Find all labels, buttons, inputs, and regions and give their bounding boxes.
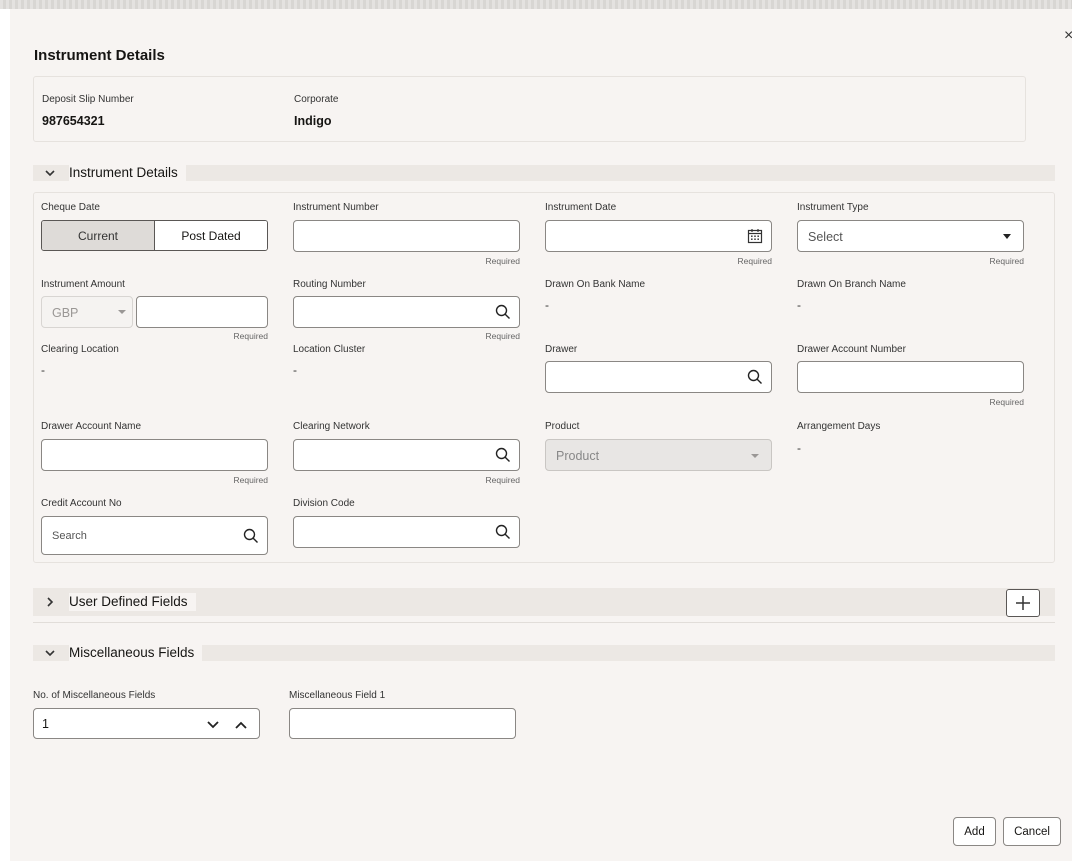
clearing-network-label: Clearing Network [293,421,370,432]
misc-count-value: 1 [42,717,49,731]
add-udf-button[interactable] [1006,589,1040,617]
required-hint: Required [233,475,269,485]
required-hint: Required [989,256,1025,266]
credit-account-label: Credit Account No [41,498,122,509]
currency-value: GBP [52,306,79,320]
required-hint: Required [233,331,269,341]
caret-down-icon [118,310,126,314]
deposit-slip-value: 987654321 [42,114,105,128]
plus-icon [1016,596,1030,610]
calendar-icon[interactable] [747,228,763,249]
search-icon[interactable] [747,369,763,385]
credit-account-input[interactable]: Search [41,516,268,555]
division-code-input[interactable] [293,516,520,548]
division-code-label: Division Code [293,498,355,509]
drawn-on-branch-value: - [797,298,801,312]
section-header-instrument-details[interactable]: Instrument Details [33,164,1055,182]
section-title: User Defined Fields [69,593,196,611]
corporate-label: Corporate [294,94,339,105]
misc-count-stepper[interactable]: 1 [33,708,260,739]
drawer-account-number-label: Drawer Account Number [797,344,906,355]
drawn-on-branch-label: Drawn On Branch Name [797,279,906,290]
location-cluster-value: - [293,363,297,377]
drawer-input[interactable] [545,361,772,393]
summary-box [33,76,1026,142]
drawer-account-number-input[interactable] [797,361,1024,393]
required-hint: Required [737,256,773,266]
search-icon[interactable] [495,447,511,463]
misc-field1-input[interactable] [289,708,516,739]
cheque-date-current-option[interactable]: Current [42,221,155,250]
product-placeholder: Product [556,449,600,463]
chevron-down-icon [44,165,56,185]
search-icon[interactable] [495,524,511,540]
cheque-date-label: Cheque Date [41,202,100,213]
instrument-number-label: Instrument Number [293,202,379,213]
close-icon[interactable]: × [1064,28,1072,44]
cheque-date-toggle: Current Post Dated [41,220,268,251]
clearing-network-input[interactable] [293,439,520,471]
required-hint: Required [485,256,521,266]
routing-number-input[interactable] [293,296,520,328]
deposit-slip-label: Deposit Slip Number [42,94,134,105]
caret-down-icon [751,454,759,458]
instrument-type-select[interactable]: Select [797,220,1024,252]
required-hint: Required [989,397,1025,407]
product-select[interactable]: Product [545,439,772,471]
misc-count-label: No. of Miscellaneous Fields [33,690,156,701]
instrument-amount-label: Instrument Amount [41,279,125,290]
instrument-date-label: Instrument Date [545,202,617,213]
instrument-amount-input[interactable] [136,296,268,328]
drawer-label: Drawer [545,344,578,355]
add-button[interactable]: Add [953,817,996,846]
clearing-location-value: - [41,363,45,377]
required-hint: Required [485,331,521,341]
location-cluster-label: Location Cluster [293,344,366,355]
search-icon[interactable] [495,304,511,320]
caret-down-icon [1003,234,1011,239]
instrument-type-label: Instrument Type [797,202,869,213]
search-icon[interactable] [243,528,259,544]
backdrop-strip [0,0,1072,9]
section-title: Instrument Details [69,164,186,182]
misc-field1-label: Miscellaneous Field 1 [289,690,386,701]
section-header-miscellaneous-fields[interactable]: Miscellaneous Fields [33,644,1055,662]
arrangement-days-label: Arrangement Days [797,421,881,432]
section-title: Miscellaneous Fields [69,644,203,662]
cheque-date-post-dated-option[interactable]: Post Dated [155,221,267,250]
product-label: Product [545,421,580,432]
corporate-value: Indigo [294,114,332,128]
credit-account-placeholder: Search [52,530,87,542]
clearing-location-label: Clearing Location [41,344,119,355]
cancel-button[interactable]: Cancel [1003,817,1061,846]
arrangement-days-value: - [797,441,801,455]
drawn-on-bank-label: Drawn On Bank Name [545,279,646,290]
section-header-user-defined-fields[interactable]: User Defined Fields [33,588,1055,616]
section-divider [33,622,1055,623]
drawer-account-name-input[interactable] [41,439,268,471]
drawn-on-bank-value: - [545,298,549,312]
chevron-up-icon[interactable] [234,718,248,732]
modal-title: Instrument Details [34,47,165,64]
currency-select[interactable]: GBP [41,296,133,328]
chevron-down-icon [44,645,56,665]
chevron-down-icon[interactable] [206,718,220,732]
instrument-date-input[interactable] [545,220,772,252]
routing-number-label: Routing Number [293,279,366,290]
chevron-right-icon [44,588,56,626]
drawer-account-name-label: Drawer Account Name [41,421,142,432]
required-hint: Required [485,475,521,485]
instrument-type-placeholder: Select [808,230,843,244]
instrument-number-input[interactable] [293,220,520,252]
